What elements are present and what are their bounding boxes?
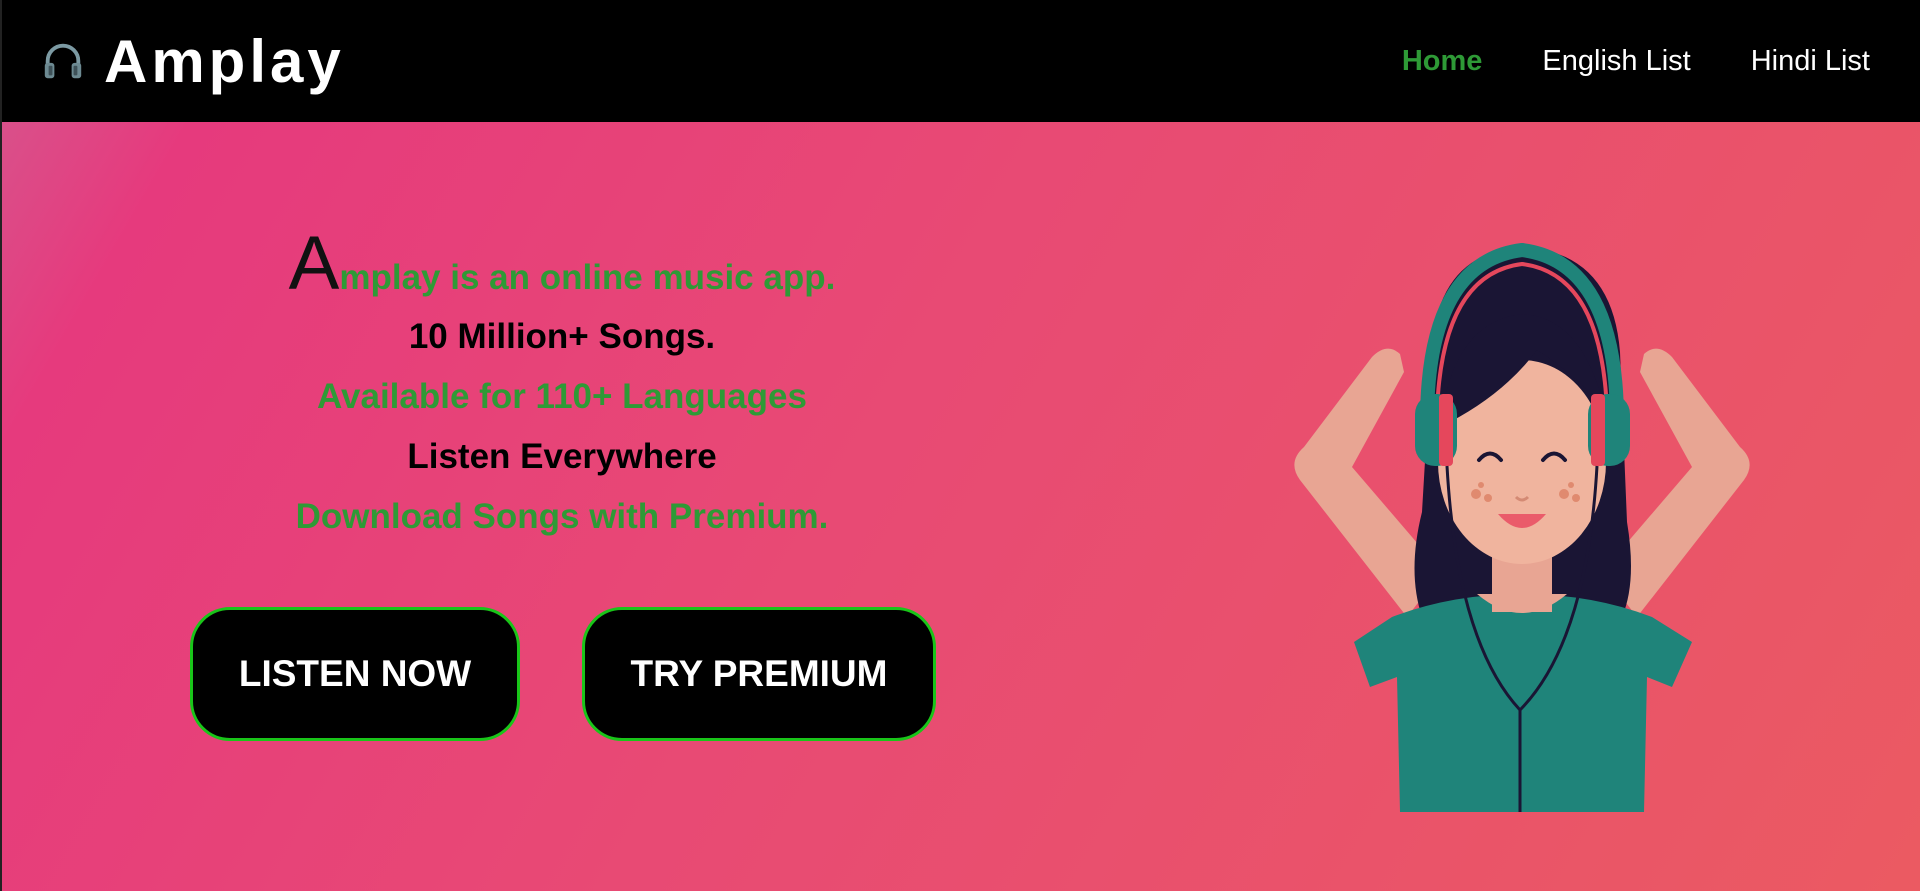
nav-english-list[interactable]: English List	[1542, 45, 1690, 78]
hero-tagline: Amplay is an online music app. 10 Millio…	[182, 220, 942, 557]
hero-line-everywhere: Listen Everywhere	[407, 437, 717, 476]
hero-headline: Amplay is an online music app.	[182, 220, 942, 307]
nav-hindi-list[interactable]: Hindi List	[1751, 45, 1870, 78]
nav-home[interactable]: Home	[1402, 45, 1483, 78]
brand-name: Amplay	[104, 27, 345, 95]
brand[interactable]: Amplay	[40, 27, 345, 96]
page: Amplay Home English List Hindi List Ampl…	[0, 0, 1920, 891]
hero-first-letter: A	[288, 221, 340, 306]
hero-headline-text: mplay is an online music app.	[339, 258, 836, 297]
try-premium-button[interactable]: TRY PREMIUM	[582, 607, 936, 741]
listen-now-button[interactable]: LISTEN NOW	[190, 607, 520, 741]
navbar: Amplay Home English List Hindi List	[2, 0, 1920, 122]
hero-section: Amplay is an online music app. 10 Millio…	[2, 122, 1920, 891]
hero-line-songs: 10 Million+ Songs.	[408, 317, 716, 356]
hero-line-premium: Download Songs with Premium.	[295, 497, 829, 536]
girl-with-headphones-illustration	[1294, 242, 1750, 812]
nav-links: Home English List Hindi List	[1342, 0, 1870, 122]
hero-line-languages: Available for 110+ Languages	[317, 377, 807, 416]
headphones-icon	[44, 43, 82, 79]
